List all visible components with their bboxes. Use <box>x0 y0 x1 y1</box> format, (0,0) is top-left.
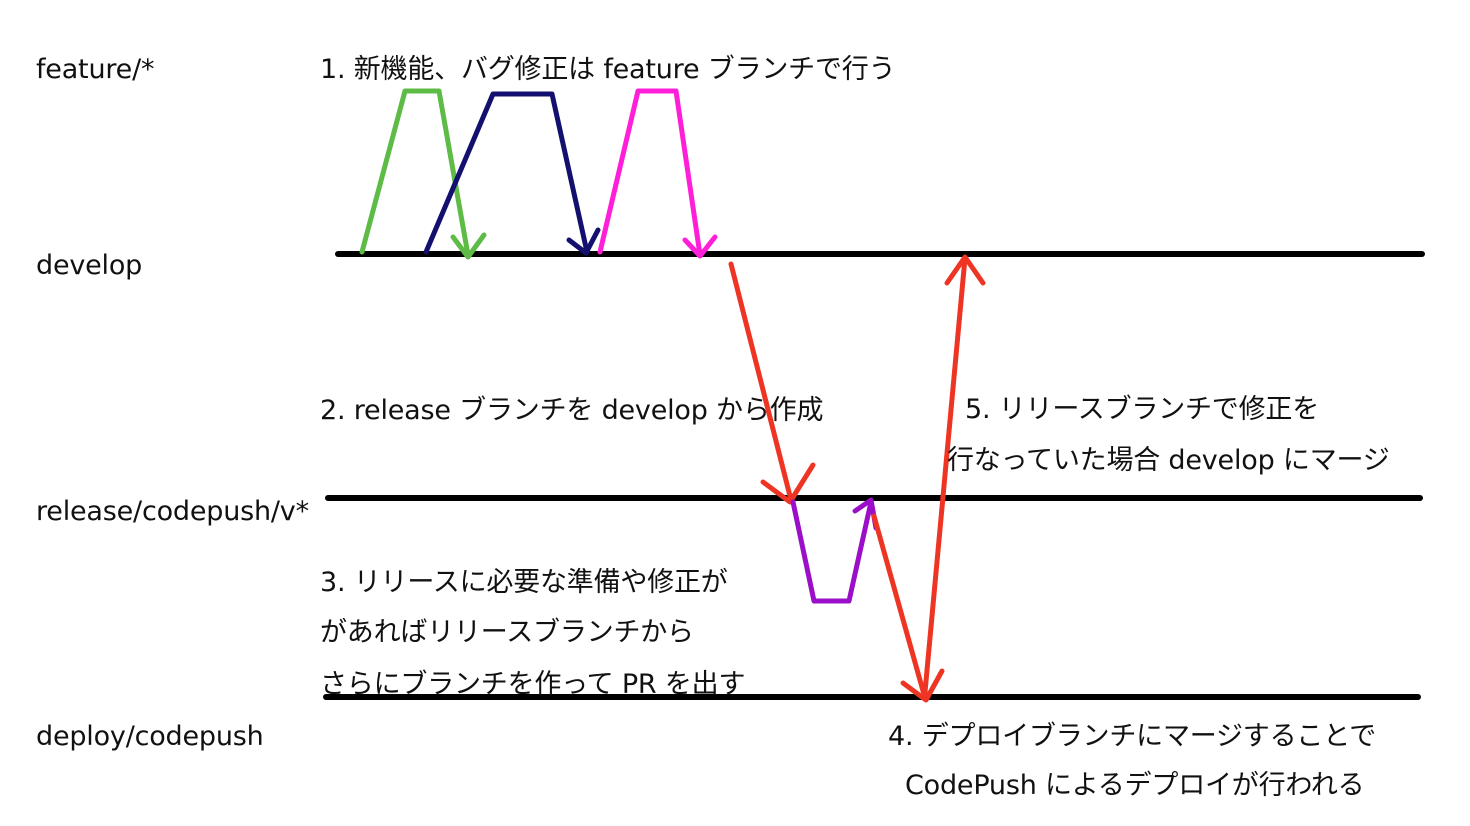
step3-note-line2: があればリリースブランチから <box>320 617 694 648</box>
branch-label-develop: develop <box>36 250 143 281</box>
branch-label-feature: feature/* <box>36 54 155 85</box>
feature-branch-b-path <box>423 91 590 255</box>
branch-label-release: release/codepush/v* <box>36 496 309 527</box>
feature-branch-a-path <box>359 88 471 258</box>
feature-branch-c-path <box>597 88 703 258</box>
release-to-deploy-arrow <box>871 513 928 701</box>
step2-note: 2. release ブランチを develop から作成 <box>320 395 824 426</box>
step3-note-line1: 3. リリースに必要な準備や修正が <box>320 567 728 598</box>
step5-note-line2: 行なっていた場合 develop にマージ <box>947 445 1390 476</box>
step1-note: 1. 新機能、バグ修正は feature ブランチで行う <box>320 54 896 85</box>
step4-note-line2: CodePush によるデプロイが行われる <box>905 770 1365 801</box>
step3-note-line3: さらにブランチを作って PR を出す <box>320 669 746 700</box>
step5-note-line1: 5. リリースブランチで修正を <box>965 394 1319 425</box>
branch-label-deploy: deploy/codepush <box>36 721 264 752</box>
release-create-arrow <box>728 261 794 503</box>
release-fix-branch-path <box>790 499 874 604</box>
step4-note-line1: 4. デプロイブランチにマージすることで <box>888 721 1376 752</box>
